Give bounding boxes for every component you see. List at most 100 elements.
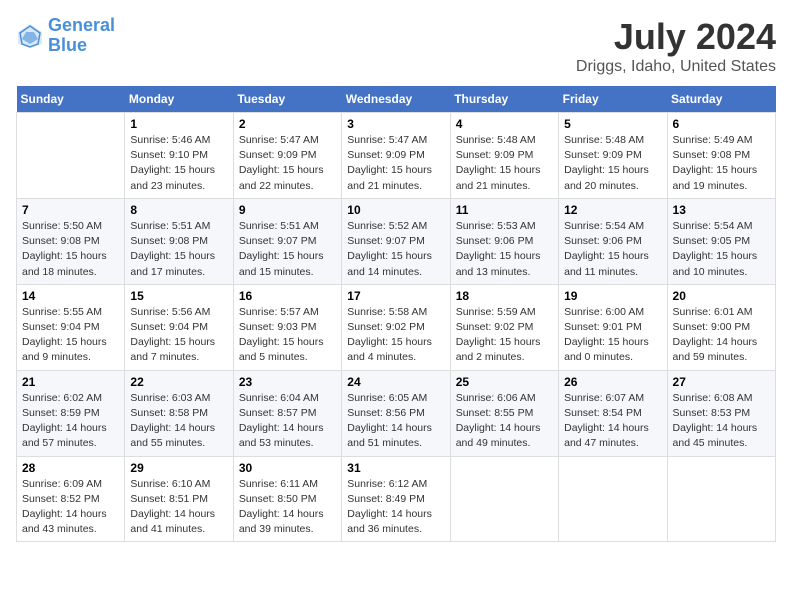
- calendar-cell: 16 Sunrise: 5:57 AMSunset: 9:03 PMDayligh…: [233, 284, 341, 370]
- day-info: Sunrise: 6:07 AMSunset: 8:54 PMDaylight:…: [564, 391, 661, 452]
- day-number: 9: [239, 203, 336, 217]
- calendar-header-row: SundayMondayTuesdayWednesdayThursdayFrid…: [17, 86, 776, 113]
- calendar-cell: 9 Sunrise: 5:51 AMSunset: 9:07 PMDaylight…: [233, 198, 341, 284]
- calendar-cell: 27 Sunrise: 6:08 AMSunset: 8:53 PMDayligh…: [667, 370, 775, 456]
- day-number: 19: [564, 289, 661, 303]
- day-info: Sunrise: 5:58 AMSunset: 9:02 PMDaylight:…: [347, 305, 444, 366]
- calendar-cell: 23 Sunrise: 6:04 AMSunset: 8:57 PMDayligh…: [233, 370, 341, 456]
- calendar-cell: 31 Sunrise: 6:12 AMSunset: 8:49 PMDayligh…: [342, 456, 450, 542]
- calendar-cell: 20 Sunrise: 6:01 AMSunset: 9:00 PMDayligh…: [667, 284, 775, 370]
- calendar-cell: 11 Sunrise: 5:53 AMSunset: 9:06 PMDayligh…: [450, 198, 558, 284]
- calendar-cell: 10 Sunrise: 5:52 AMSunset: 9:07 PMDayligh…: [342, 198, 450, 284]
- day-info: Sunrise: 5:48 AMSunset: 9:09 PMDaylight:…: [456, 133, 553, 194]
- day-info: Sunrise: 6:04 AMSunset: 8:57 PMDaylight:…: [239, 391, 336, 452]
- day-number: 11: [456, 203, 553, 217]
- day-number: 28: [22, 461, 119, 475]
- calendar-cell: 13 Sunrise: 5:54 AMSunset: 9:05 PMDayligh…: [667, 198, 775, 284]
- day-info: Sunrise: 5:53 AMSunset: 9:06 PMDaylight:…: [456, 219, 553, 280]
- calendar-cell: 21Sunrise: 6:02 AMSunset: 8:59 PMDayligh…: [17, 370, 125, 456]
- calendar-cell: 29 Sunrise: 6:10 AMSunset: 8:51 PMDayligh…: [125, 456, 233, 542]
- calendar-cell: [559, 456, 667, 542]
- day-info: Sunrise: 6:06 AMSunset: 8:55 PMDaylight:…: [456, 391, 553, 452]
- day-of-week-header: Wednesday: [342, 86, 450, 113]
- day-info: Sunrise: 5:59 AMSunset: 9:02 PMDaylight:…: [456, 305, 553, 366]
- day-info: Sunrise: 5:55 AMSunset: 9:04 PMDaylight:…: [22, 305, 119, 366]
- day-number: 21: [22, 375, 119, 389]
- calendar-week-row: 21Sunrise: 6:02 AMSunset: 8:59 PMDayligh…: [17, 370, 776, 456]
- calendar-cell: 4Sunrise: 5:48 AMSunset: 9:09 PMDaylight…: [450, 113, 558, 199]
- day-info: Sunrise: 5:57 AMSunset: 9:03 PMDaylight:…: [239, 305, 336, 366]
- calendar-week-row: 28 Sunrise: 6:09 AMSunset: 8:52 PMDayligh…: [17, 456, 776, 542]
- day-number: 16: [239, 289, 336, 303]
- day-info: Sunrise: 5:54 AMSunset: 9:05 PMDaylight:…: [673, 219, 770, 280]
- calendar-cell: 12 Sunrise: 5:54 AMSunset: 9:06 PMDayligh…: [559, 198, 667, 284]
- day-number: 6: [673, 117, 770, 131]
- day-info: Sunrise: 5:46 AMSunset: 9:10 PMDaylight:…: [130, 133, 227, 194]
- day-info: Sunrise: 6:10 AMSunset: 8:51 PMDaylight:…: [130, 477, 227, 538]
- day-number: 10: [347, 203, 444, 217]
- calendar-cell: 19 Sunrise: 6:00 AMSunset: 9:01 PMDayligh…: [559, 284, 667, 370]
- calendar-cell: 2Sunrise: 5:47 AMSunset: 9:09 PMDaylight…: [233, 113, 341, 199]
- logo: General Blue: [16, 16, 115, 56]
- day-info: Sunrise: 6:00 AMSunset: 9:01 PMDaylight:…: [564, 305, 661, 366]
- calendar-table: SundayMondayTuesdayWednesdayThursdayFrid…: [16, 86, 776, 542]
- calendar-cell: 6 Sunrise: 5:49 AMSunset: 9:08 PMDaylight…: [667, 113, 775, 199]
- calendar-week-row: 14 Sunrise: 5:55 AMSunset: 9:04 PMDayligh…: [17, 284, 776, 370]
- day-of-week-header: Friday: [559, 86, 667, 113]
- calendar-cell: 3 Sunrise: 5:47 AMSunset: 9:09 PMDaylight…: [342, 113, 450, 199]
- day-info: Sunrise: 6:01 AMSunset: 9:00 PMDaylight:…: [673, 305, 770, 366]
- day-info: Sunrise: 5:51 AMSunset: 9:08 PMDaylight:…: [130, 219, 227, 280]
- calendar-cell: 28 Sunrise: 6:09 AMSunset: 8:52 PMDayligh…: [17, 456, 125, 542]
- subtitle: Driggs, Idaho, United States: [576, 58, 776, 76]
- logo-icon: [16, 22, 44, 50]
- calendar-cell: 30Sunrise: 6:11 AMSunset: 8:50 PMDayligh…: [233, 456, 341, 542]
- calendar-week-row: 7 Sunrise: 5:50 AMSunset: 9:08 PMDaylight…: [17, 198, 776, 284]
- day-number: 31: [347, 461, 444, 475]
- calendar-cell: 18 Sunrise: 5:59 AMSunset: 9:02 PMDayligh…: [450, 284, 558, 370]
- day-info: Sunrise: 6:11 AMSunset: 8:50 PMDaylight:…: [239, 477, 336, 538]
- day-number: 12: [564, 203, 661, 217]
- day-info: Sunrise: 5:54 AMSunset: 9:06 PMDaylight:…: [564, 219, 661, 280]
- header: General Blue July 2024 Driggs, Idaho, Un…: [16, 16, 776, 76]
- day-info: Sunrise: 5:51 AMSunset: 9:07 PMDaylight:…: [239, 219, 336, 280]
- day-info: Sunrise: 5:52 AMSunset: 9:07 PMDaylight:…: [347, 219, 444, 280]
- day-number: 29: [130, 461, 227, 475]
- day-number: 5: [564, 117, 661, 131]
- day-info: Sunrise: 6:08 AMSunset: 8:53 PMDaylight:…: [673, 391, 770, 452]
- day-of-week-header: Tuesday: [233, 86, 341, 113]
- day-number: 13: [673, 203, 770, 217]
- logo-line2: Blue: [48, 36, 115, 56]
- logo-line1: General: [48, 16, 115, 36]
- day-info: Sunrise: 5:50 AMSunset: 9:08 PMDaylight:…: [22, 219, 119, 280]
- day-number: 26: [564, 375, 661, 389]
- day-number: 18: [456, 289, 553, 303]
- day-info: Sunrise: 6:03 AMSunset: 8:58 PMDaylight:…: [130, 391, 227, 452]
- calendar-cell: 15Sunrise: 5:56 AMSunset: 9:04 PMDayligh…: [125, 284, 233, 370]
- calendar-cell: 17Sunrise: 5:58 AMSunset: 9:02 PMDayligh…: [342, 284, 450, 370]
- day-info: Sunrise: 6:12 AMSunset: 8:49 PMDaylight:…: [347, 477, 444, 538]
- day-info: Sunrise: 5:49 AMSunset: 9:08 PMDaylight:…: [673, 133, 770, 194]
- day-number: 1: [130, 117, 227, 131]
- day-info: Sunrise: 6:05 AMSunset: 8:56 PMDaylight:…: [347, 391, 444, 452]
- day-of-week-header: Sunday: [17, 86, 125, 113]
- day-number: 20: [673, 289, 770, 303]
- day-info: Sunrise: 5:47 AMSunset: 9:09 PMDaylight:…: [239, 133, 336, 194]
- day-number: 24: [347, 375, 444, 389]
- day-info: Sunrise: 6:09 AMSunset: 8:52 PMDaylight:…: [22, 477, 119, 538]
- main-title: July 2024: [576, 16, 776, 58]
- day-number: 3: [347, 117, 444, 131]
- day-number: 23: [239, 375, 336, 389]
- day-number: 27: [673, 375, 770, 389]
- calendar-cell: 8 Sunrise: 5:51 AMSunset: 9:08 PMDaylight…: [125, 198, 233, 284]
- calendar-cell: [667, 456, 775, 542]
- day-info: Sunrise: 5:47 AMSunset: 9:09 PMDaylight:…: [347, 133, 444, 194]
- day-of-week-header: Thursday: [450, 86, 558, 113]
- day-number: 8: [130, 203, 227, 217]
- calendar-cell: 24 Sunrise: 6:05 AMSunset: 8:56 PMDayligh…: [342, 370, 450, 456]
- day-number: 7: [22, 203, 119, 217]
- day-of-week-header: Monday: [125, 86, 233, 113]
- day-number: 14: [22, 289, 119, 303]
- calendar-cell: 25Sunrise: 6:06 AMSunset: 8:55 PMDayligh…: [450, 370, 558, 456]
- calendar-cell: 1 Sunrise: 5:46 AMSunset: 9:10 PMDaylight…: [125, 113, 233, 199]
- calendar-cell: [450, 456, 558, 542]
